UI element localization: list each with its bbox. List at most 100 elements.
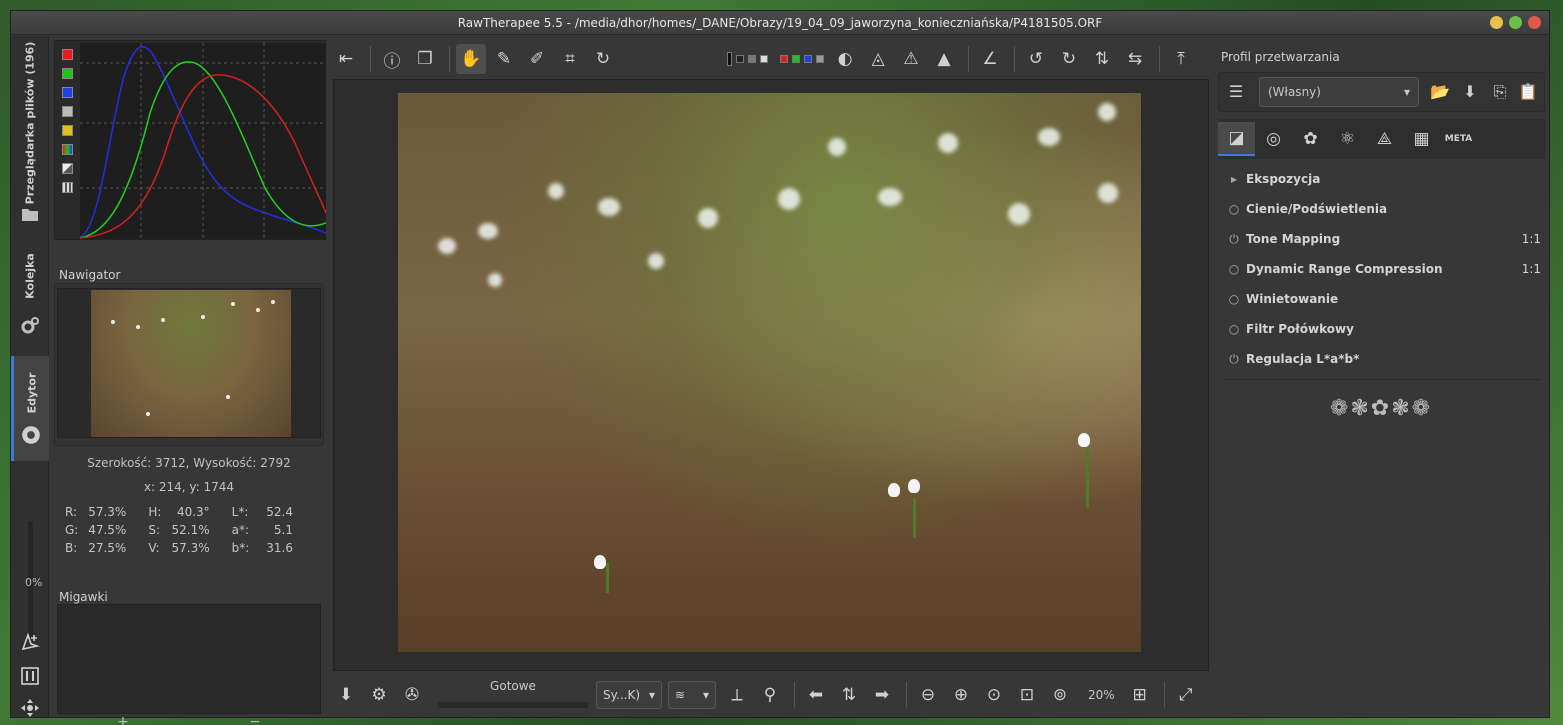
tab-file-browser[interactable]: Przeglądarka plików (196) xyxy=(11,42,49,205)
hide-left-panel-button[interactable]: ⇤ xyxy=(331,44,361,74)
zoom-in-icon: ⊕ xyxy=(953,685,969,705)
perspective-button[interactable]: ∠ xyxy=(975,44,1005,74)
clipped-highlights-button[interactable]: ⚠ xyxy=(896,44,926,74)
histogram-mode-toggle[interactable] xyxy=(62,182,73,193)
tag-button[interactable]: ⟂ xyxy=(722,680,752,710)
add-snapshot-button[interactable]: + xyxy=(117,714,129,725)
flip-horizontal-button[interactable]: ⇆ xyxy=(1120,44,1150,74)
save-image-button[interactable]: ⬇ xyxy=(331,680,361,710)
histogram-matching-select[interactable]: ≋ ▾ xyxy=(668,681,716,709)
send-to-editor-icon[interactable] xyxy=(20,632,40,652)
histogram-red-toggle[interactable] xyxy=(62,49,73,60)
maximize-button[interactable] xyxy=(1509,16,1522,29)
tool-label: Winietowanie xyxy=(1246,292,1339,306)
channel-green[interactable] xyxy=(792,55,800,63)
adjust-button[interactable]: ⚲ xyxy=(755,680,785,710)
value: 27.5% xyxy=(88,541,127,555)
before-after-button[interactable]: ❐ xyxy=(410,44,440,74)
preview-canvas[interactable] xyxy=(333,79,1209,671)
zoom-fit-crop-button[interactable]: ⊡ xyxy=(1012,680,1042,710)
clipped-warning-button[interactable]: ▲ xyxy=(929,44,959,74)
enable-icon[interactable]: ○ xyxy=(1227,284,1241,314)
power-icon[interactable]: ⏻ xyxy=(1227,344,1241,374)
gears-icon[interactable] xyxy=(20,316,40,336)
rotate-left-button[interactable]: ↺ xyxy=(1021,44,1051,74)
tool-shadows-highlights[interactable]: ○ Cienie/Podświetlenia xyxy=(1223,194,1541,224)
enable-icon[interactable]: ○ xyxy=(1227,194,1241,224)
zoom-100-button[interactable]: ⊚ xyxy=(1045,680,1075,710)
channel-gray[interactable] xyxy=(748,55,756,63)
white-balance-picker-button[interactable]: ✎ xyxy=(489,44,519,74)
zoom-in-button[interactable]: ⊕ xyxy=(946,680,976,710)
tab-details[interactable]: ◎ xyxy=(1255,122,1292,156)
straighten-button[interactable]: ↻ xyxy=(588,44,618,74)
tool-exposure[interactable]: ▸ Ekspozycja xyxy=(1223,164,1541,194)
rotate-right-button[interactable]: ↻ xyxy=(1054,44,1084,74)
profile-list-button[interactable]: ☰ xyxy=(1223,77,1249,107)
new-detail-window-button[interactable]: ⊞ xyxy=(1125,680,1155,710)
navigator-thumbnail[interactable] xyxy=(91,290,291,437)
tab-metadata[interactable]: META xyxy=(1440,122,1477,156)
histogram-chroma-toggle[interactable] xyxy=(62,125,73,136)
fullscreen-button[interactable]: ⤢ xyxy=(1171,680,1201,710)
snapshots-list[interactable] xyxy=(57,604,321,714)
navigator-preview[interactable] xyxy=(57,288,321,438)
tab-file-browser-label: Przeglądarka plików (196) xyxy=(23,41,37,205)
tab-advanced[interactable]: ⚛ xyxy=(1329,122,1366,156)
enable-icon[interactable]: ○ xyxy=(1227,314,1241,344)
tab-color[interactable]: ✿ xyxy=(1292,122,1329,156)
histogram-green-toggle[interactable] xyxy=(62,68,73,79)
tab-editor[interactable]: Edytor xyxy=(11,356,49,461)
focus-mask-button[interactable]: ◐ xyxy=(830,44,860,74)
channel-luminance[interactable] xyxy=(816,55,824,63)
zoom-out-button[interactable]: ⊖ xyxy=(913,680,943,710)
photo-preview[interactable] xyxy=(398,93,1141,652)
zoom-fit-button[interactable]: ⊙ xyxy=(979,680,1009,710)
channel-handle[interactable] xyxy=(727,52,732,66)
hide-top-panel-button[interactable]: ⤒ xyxy=(1166,44,1196,74)
sliders-icon[interactable] xyxy=(20,666,40,686)
tab-queue[interactable]: Kolejka xyxy=(11,246,49,306)
minimize-button[interactable] xyxy=(1490,16,1503,29)
enable-icon[interactable]: ○ xyxy=(1227,254,1241,284)
next-image-button[interactable]: ➡ xyxy=(867,680,897,710)
tab-exposure[interactable]: ◪ xyxy=(1218,122,1255,156)
paste-profile-button[interactable]: 📋 xyxy=(1515,77,1541,107)
crop-button[interactable]: ⌗ xyxy=(555,44,585,74)
expander-icon[interactable]: ▸ xyxy=(1227,164,1241,194)
color-picker-button[interactable]: ✐ xyxy=(522,44,552,74)
tool-vignetting[interactable]: ○ Winietowanie xyxy=(1223,284,1541,314)
histogram-bar-toggle[interactable] xyxy=(62,163,73,174)
preview-mode-select[interactable]: Sy...K) ▾ xyxy=(596,681,662,709)
power-icon[interactable]: ⏻ xyxy=(1227,224,1241,254)
previous-image-button[interactable]: ⬅ xyxy=(801,680,831,710)
clipped-shadows-button[interactable]: ◬ xyxy=(863,44,893,74)
tab-raw[interactable]: ▦ xyxy=(1403,122,1440,156)
tool-tone-mapping[interactable]: ⏻ Tone Mapping 1:1 xyxy=(1223,224,1541,254)
flip-vertical-button[interactable]: ⇅ xyxy=(1087,44,1117,74)
channel-white[interactable] xyxy=(760,55,768,63)
info-button[interactable]: ⓘ xyxy=(377,44,407,74)
tool-drc[interactable]: ○ Dynamic Range Compression 1:1 xyxy=(1223,254,1541,284)
channel-red[interactable] xyxy=(780,55,788,63)
save-profile-button[interactable]: ⬇ xyxy=(1457,77,1483,107)
tab-transform[interactable]: ⟁ xyxy=(1366,122,1403,156)
profile-select[interactable]: (Własny) ▾ xyxy=(1259,77,1419,107)
channel-black[interactable] xyxy=(736,55,744,63)
load-profile-button[interactable]: 📂 xyxy=(1427,77,1453,107)
folder-icon[interactable] xyxy=(20,204,40,224)
tool-graduated-filter[interactable]: ○ Filtr Połówkowy xyxy=(1223,314,1541,344)
histogram-raw-toggle[interactable] xyxy=(62,144,73,155)
channel-blue[interactable] xyxy=(804,55,812,63)
close-button[interactable] xyxy=(1528,16,1541,29)
move-icon[interactable] xyxy=(20,698,40,718)
sync-image-button[interactable]: ⇅ xyxy=(834,680,864,710)
histogram-blue-toggle[interactable] xyxy=(62,87,73,98)
edit-external-button[interactable]: ✇ xyxy=(397,680,427,710)
hand-tool-button[interactable]: ✋ xyxy=(456,44,486,74)
remove-snapshot-button[interactable]: − xyxy=(249,714,261,725)
queue-image-button[interactable]: ⚙ xyxy=(364,680,394,710)
copy-profile-button[interactable]: ⎘ xyxy=(1487,77,1513,107)
histogram-luminance-toggle[interactable] xyxy=(62,106,73,117)
tool-lab-adjustments[interactable]: ⏻ Regulacja L*a*b* xyxy=(1223,344,1541,374)
